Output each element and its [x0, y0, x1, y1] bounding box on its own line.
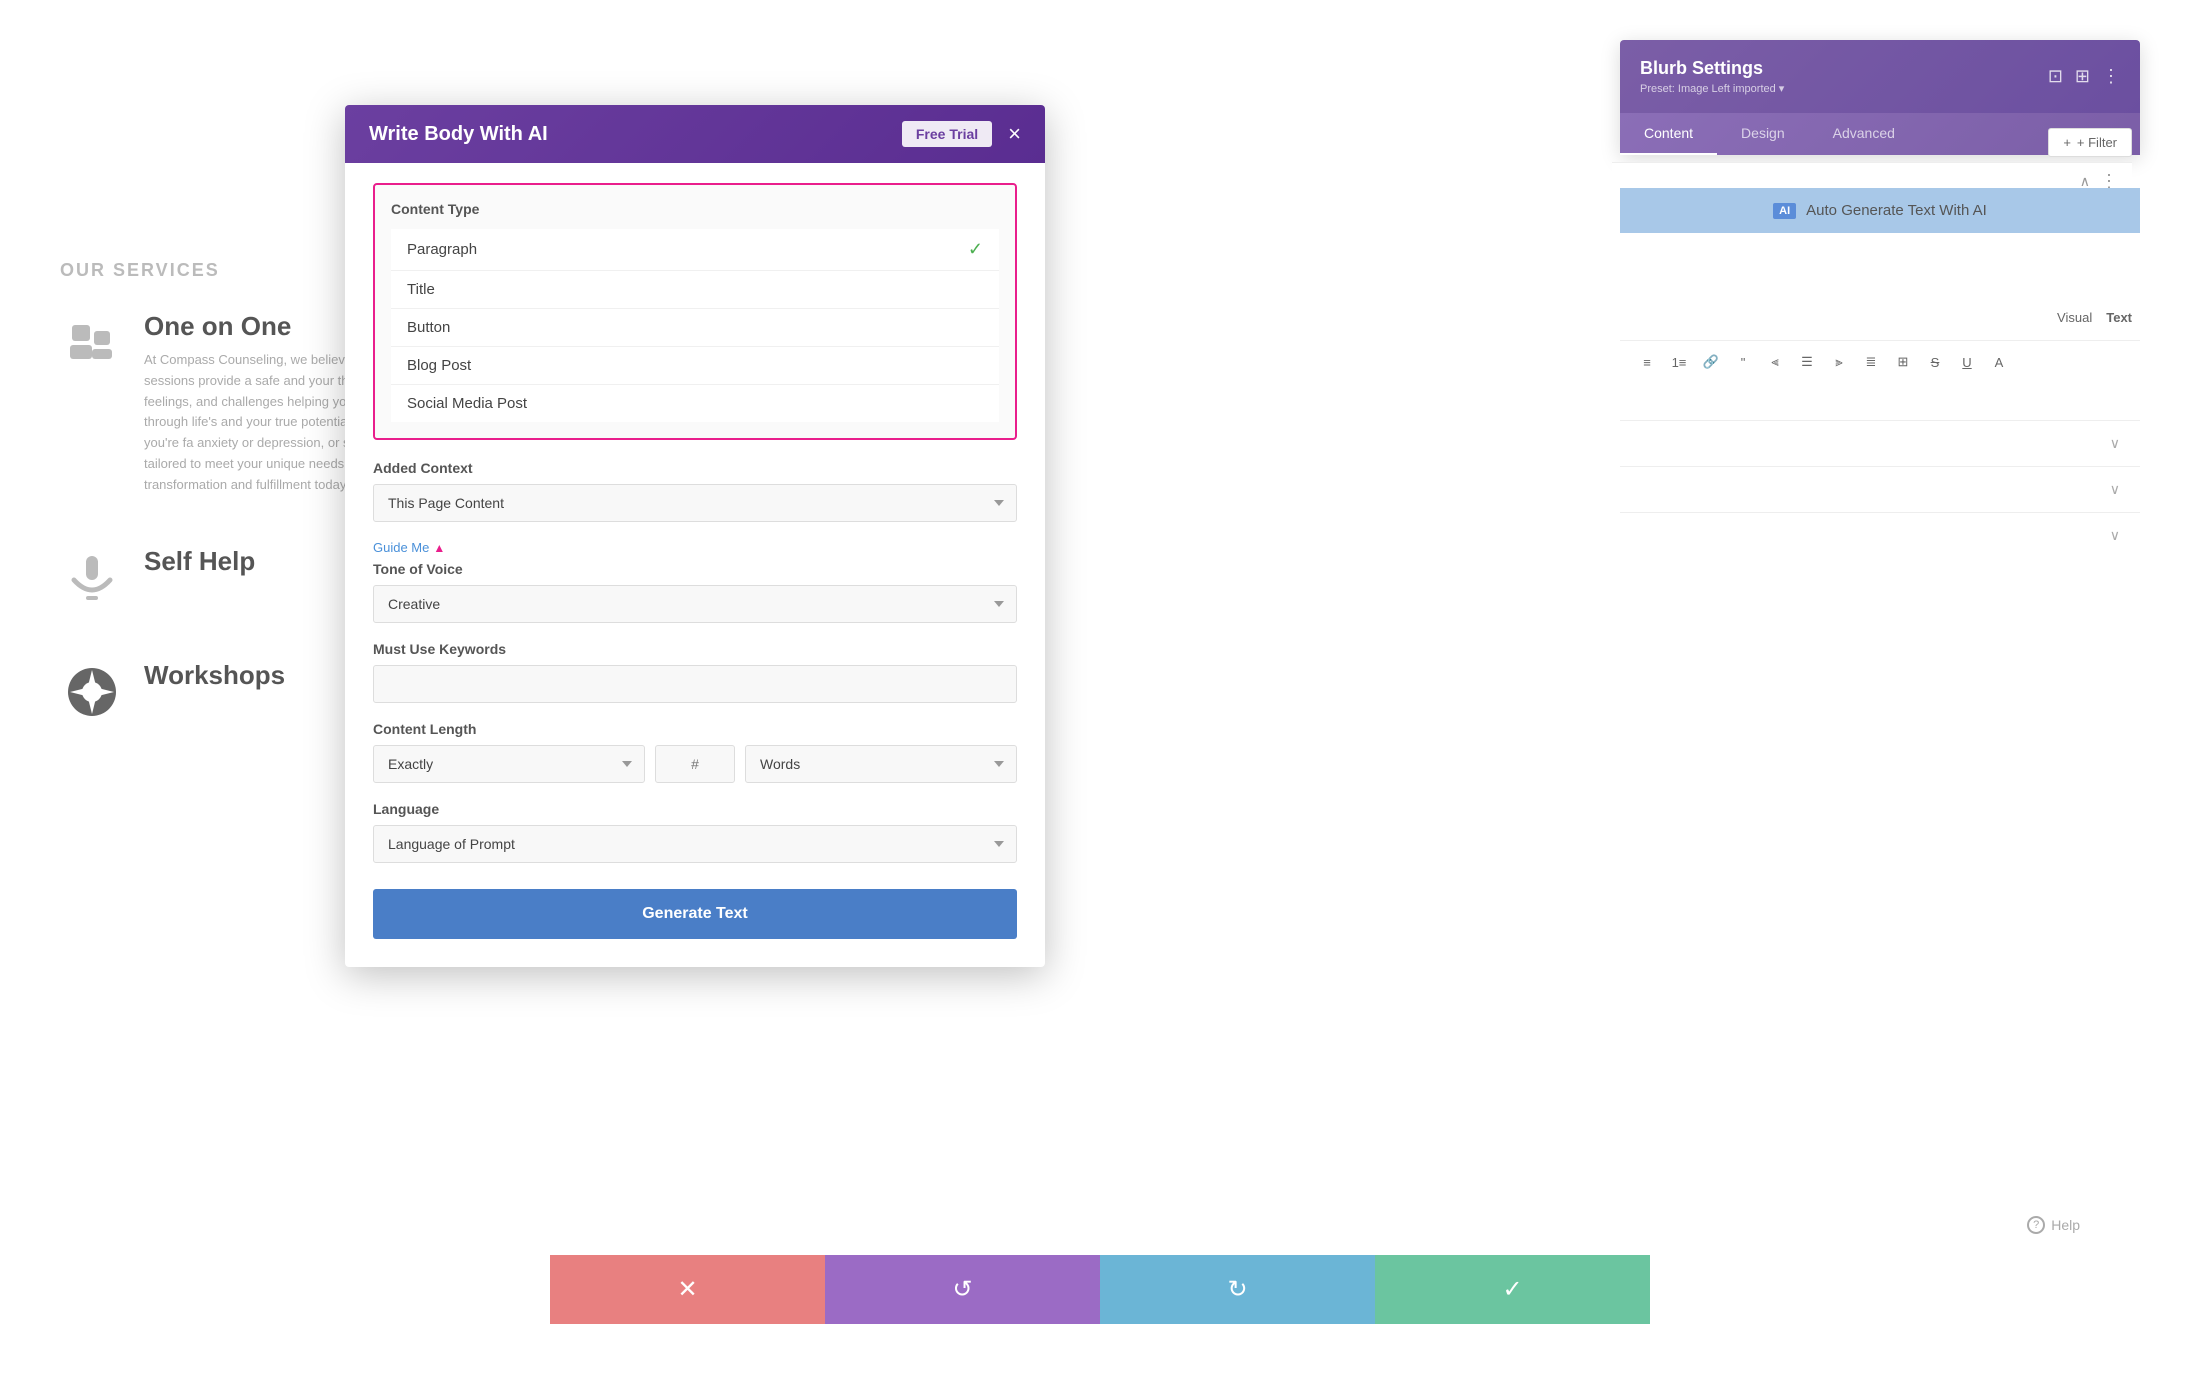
language-label: Language	[373, 801, 1017, 817]
selected-check-icon: ✓	[968, 239, 983, 260]
added-context-label: Added Context	[373, 460, 1017, 476]
ai-modal-body: Content Type Paragraph ✓ Title Button Bl…	[345, 163, 1045, 967]
blurb-header: Blurb Settings Preset: Image Left import…	[1620, 40, 2140, 113]
chevron-down-icon-1: ∨	[2110, 435, 2120, 452]
auto-generate-label: Auto Generate Text With AI	[1806, 202, 1987, 219]
color-icon[interactable]: A	[1986, 349, 2012, 375]
tone-of-voice-group: Tone of Voice Creative	[373, 561, 1017, 623]
link-icon[interactable]: 🔗	[1698, 349, 1724, 375]
content-length-row: Exactly Words	[373, 745, 1017, 783]
help-label: Help	[2051, 1217, 2080, 1233]
tab-advanced[interactable]: Advanced	[1809, 113, 1919, 155]
align-left-icon[interactable]: ⫷	[1762, 349, 1788, 375]
close-button[interactable]: ×	[1008, 123, 1021, 145]
ai-modal-header: Write Body With AI Free Trial ×	[345, 105, 1045, 163]
workshops-icon	[60, 660, 124, 724]
blurb-title: Blurb Settings	[1640, 58, 1784, 79]
auto-generate-button[interactable]: AI Auto Generate Text With AI	[1620, 188, 2140, 233]
content-length-label: Content Length	[373, 721, 1017, 737]
right-collapsibles: ∨ ∨ ∨	[1620, 420, 2140, 558]
button-label: Button	[407, 319, 450, 336]
filter-label: + Filter	[2077, 135, 2117, 150]
workshops-title: Workshops	[144, 660, 285, 691]
tone-of-voice-label: Tone of Voice	[373, 561, 1017, 577]
keywords-group: Must Use Keywords	[373, 641, 1017, 703]
added-context-group: Added Context This Page Content	[373, 460, 1017, 522]
ai-modal-title: Write Body With AI	[369, 123, 548, 146]
strikethrough-icon[interactable]: S	[1922, 349, 1948, 375]
numbered-list-icon[interactable]: 1≡	[1666, 349, 1692, 375]
blog-post-label: Blog Post	[407, 357, 471, 374]
content-type-paragraph[interactable]: Paragraph ✓	[391, 229, 999, 271]
content-type-title[interactable]: Title	[391, 271, 999, 309]
content-length-number-input[interactable]	[655, 745, 735, 783]
self-help-icon	[60, 546, 124, 610]
ai-icon: AI	[1773, 203, 1796, 219]
content-length-unit-select[interactable]: Words	[745, 745, 1017, 783]
one-on-one-icon	[60, 311, 124, 375]
justify-icon[interactable]: ≣	[1858, 349, 1884, 375]
chevron-down-icon-2: ∨	[2110, 481, 2120, 498]
blurb-subtitle: Preset: Image Left imported ▾	[1640, 82, 1784, 95]
collapsible-row-2[interactable]: ∨	[1620, 466, 2140, 512]
tone-of-voice-select[interactable]: Creative	[373, 585, 1017, 623]
content-type-social-media[interactable]: Social Media Post	[391, 385, 999, 422]
title-label: Title	[407, 281, 435, 298]
language-select[interactable]: Language of Prompt	[373, 825, 1017, 863]
help-circle-icon: ?	[2027, 1216, 2045, 1234]
bottom-action-bar: ✕ ↺ ↻ ✓	[550, 1255, 1650, 1324]
toolbar-row: ≡ 1≡ 🔗 " ⫷ ☰ ⫸ ≣ ⊞ S U A	[1620, 340, 2140, 383]
tab-design[interactable]: Design	[1717, 113, 1809, 155]
added-context-select[interactable]: This Page Content	[373, 484, 1017, 522]
layout-icon[interactable]: ⊞	[2075, 66, 2090, 87]
bullet-list-icon[interactable]: ≡	[1634, 349, 1660, 375]
undo-action-button[interactable]: ↺	[825, 1255, 1100, 1324]
self-help-content: Self Help	[144, 546, 255, 585]
underline-icon[interactable]: U	[1954, 349, 1980, 375]
confirm-action-button[interactable]: ✓	[1375, 1255, 1650, 1324]
ai-modal-header-right: Free Trial ×	[902, 121, 1021, 147]
content-type-button[interactable]: Button	[391, 309, 999, 347]
align-right-icon[interactable]: ⫸	[1826, 349, 1852, 375]
content-length-group: Content Length Exactly Words	[373, 721, 1017, 783]
text-label[interactable]: Text	[2106, 310, 2132, 325]
guide-me-link[interactable]: Guide Me ▲	[373, 540, 1017, 555]
redo-action-button[interactable]: ↻	[1100, 1255, 1375, 1324]
self-help-title: Self Help	[144, 546, 255, 577]
ai-write-modal: Write Body With AI Free Trial × Content …	[345, 105, 1045, 967]
content-type-blog-post[interactable]: Blog Post	[391, 347, 999, 385]
content-type-list: Paragraph ✓ Title Button Blog Post Socia…	[391, 229, 999, 422]
cancel-action-button[interactable]: ✕	[550, 1255, 825, 1324]
social-media-label: Social Media Post	[407, 395, 527, 412]
blurb-header-icons: ⊡ ⊞ ⋮	[2048, 66, 2120, 87]
filter-button[interactable]: + + Filter	[2048, 128, 2132, 157]
generate-text-button[interactable]: Generate Text	[373, 889, 1017, 939]
visual-label[interactable]: Visual	[2057, 310, 2092, 325]
keywords-label: Must Use Keywords	[373, 641, 1017, 657]
help-button[interactable]: ? Help	[2027, 1216, 2080, 1234]
table-icon[interactable]: ⊞	[1890, 349, 1916, 375]
paragraph-label: Paragraph	[407, 241, 477, 258]
collapsible-row-1[interactable]: ∨	[1620, 420, 2140, 466]
content-type-section: Content Type Paragraph ✓ Title Button Bl…	[373, 183, 1017, 440]
collapsible-row-3[interactable]: ∨	[1620, 512, 2140, 558]
filter-plus-icon: +	[2063, 135, 2071, 150]
language-group: Language Language of Prompt	[373, 801, 1017, 863]
guide-me-label: Guide Me	[373, 540, 429, 555]
blockquote-icon[interactable]: "	[1730, 349, 1756, 375]
content-type-label: Content Type	[391, 201, 999, 217]
workshops-content: Workshops	[144, 660, 285, 699]
resize-icon[interactable]: ⊡	[2048, 66, 2063, 87]
free-trial-badge: Free Trial	[902, 121, 992, 147]
tab-content[interactable]: Content	[1620, 113, 1717, 155]
content-length-quantity-select[interactable]: Exactly	[373, 745, 645, 783]
blurb-header-info: Blurb Settings Preset: Image Left import…	[1640, 58, 1784, 95]
align-center-icon[interactable]: ☰	[1794, 349, 1820, 375]
guide-me-arrow-icon: ▲	[433, 541, 445, 555]
more-options-icon[interactable]: ⋮	[2102, 66, 2120, 87]
chevron-down-icon-3: ∨	[2110, 527, 2120, 544]
keywords-input[interactable]	[373, 665, 1017, 703]
